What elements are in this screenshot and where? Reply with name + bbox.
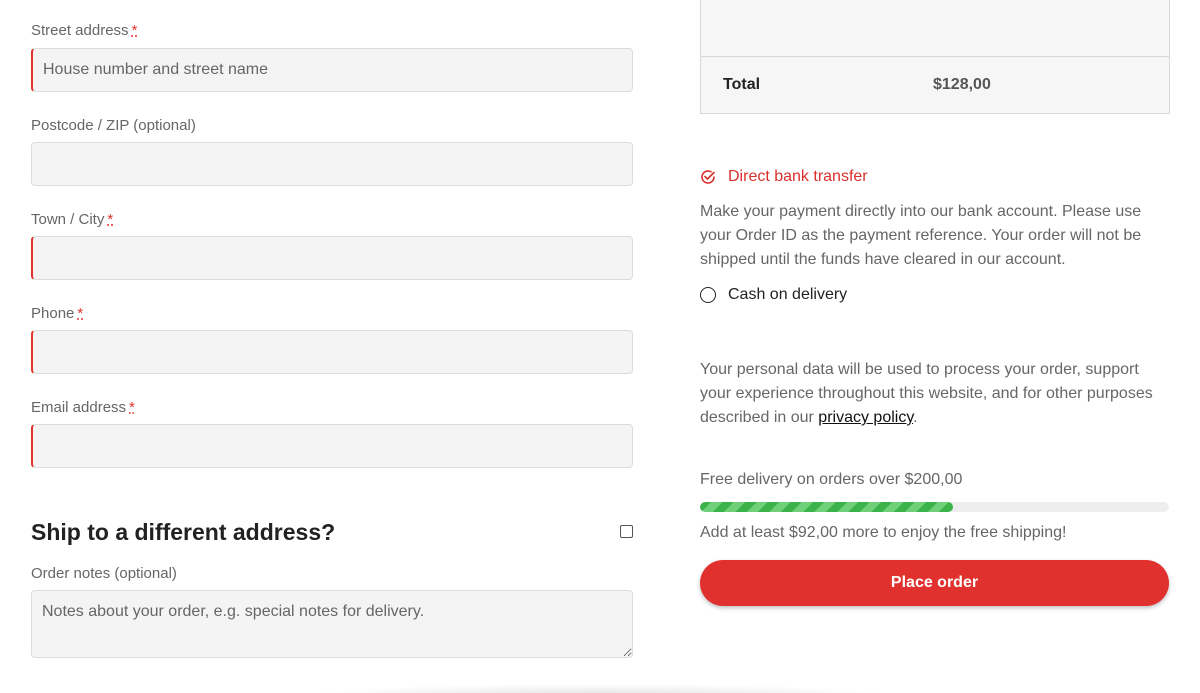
radio-icon[interactable] — [700, 287, 716, 303]
payment-option-bank-transfer[interactable]: Direct bank transfer — [700, 168, 868, 186]
place-order-button[interactable]: Place order — [700, 560, 1169, 606]
privacy-policy-link[interactable]: privacy policy — [818, 409, 913, 426]
free-shipping-progress — [700, 502, 1169, 512]
phone-input[interactable] — [31, 330, 633, 374]
bank-transfer-label: Direct bank transfer — [728, 168, 868, 185]
order-summary-table: Total $128,00 — [700, 0, 1170, 114]
order-notes-textarea[interactable] — [31, 590, 633, 658]
required-mark: * — [131, 22, 138, 39]
ship-different-checkbox[interactable] — [620, 525, 633, 538]
ship-different-heading: Ship to a different address? — [31, 519, 336, 545]
cash-on-delivery-label: Cash on delivery — [728, 286, 848, 303]
free-delivery-label: Free delivery on orders over $200,00 — [700, 471, 963, 488]
postcode-input[interactable] — [31, 142, 633, 186]
payment-option-cash-on-delivery[interactable]: Cash on delivery — [700, 286, 847, 304]
postcode-label: Postcode / ZIP (optional) — [31, 117, 196, 134]
street-address-input[interactable] — [31, 48, 633, 92]
street-address-label: Street address * — [31, 22, 138, 39]
progress-fill — [700, 502, 954, 512]
phone-label: Phone * — [31, 305, 84, 322]
email-address-input[interactable] — [31, 424, 633, 468]
bank-transfer-description: Make your payment directly into our bank… — [700, 203, 1142, 268]
town-city-label: Town / City * — [31, 211, 114, 228]
privacy-notice: Your personal data will be used to proce… — [700, 361, 1153, 426]
total-label: Total — [723, 76, 761, 93]
check-circle-icon — [701, 170, 715, 184]
bottom-shadow — [310, 684, 890, 693]
required-mark: * — [107, 211, 114, 228]
town-city-input[interactable] — [31, 236, 633, 280]
required-mark: * — [77, 305, 84, 322]
total-value: $128,00 — [933, 76, 991, 93]
summary-divider — [701, 56, 1169, 57]
free-shipping-message: Add at least $92,00 more to enjoy the fr… — [700, 524, 1067, 541]
order-notes-label: Order notes (optional) — [31, 565, 177, 582]
required-mark: * — [129, 399, 135, 416]
email-address-label: Email address * — [31, 399, 135, 416]
